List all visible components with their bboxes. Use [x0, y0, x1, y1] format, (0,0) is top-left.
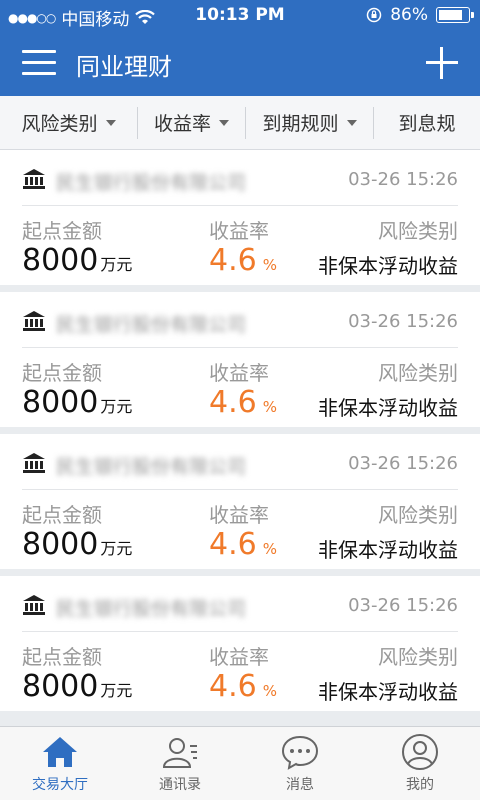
- rate-label: 收益率: [209, 503, 269, 527]
- divider: [22, 205, 458, 206]
- caret-down-icon: [105, 119, 116, 126]
- filter-label: 收益率: [153, 113, 211, 135]
- card-date: 03-26 15:26: [348, 311, 458, 332]
- tab-label: 我的: [406, 777, 434, 793]
- card-date: 03-26 15:26: [348, 595, 458, 616]
- amount-label: 起点金额: [22, 503, 102, 527]
- amount-value: 8000 万元: [22, 385, 133, 420]
- risk-value: 非保本浮动收益: [318, 538, 458, 562]
- product-list: 民生银行股份有限公司 03-26 15:26 起点金额 收益率 风险类别 800…: [0, 150, 480, 711]
- rate-value: 4.6%: [209, 527, 277, 562]
- profile-icon: [402, 734, 438, 770]
- risk-label: 风险类别: [378, 361, 458, 385]
- product-card[interactable]: 民生银行股份有限公司 03-26 15:26 起点金额 收益率 风险类别 800…: [0, 576, 480, 711]
- tab-label: 交易大厅: [32, 777, 88, 793]
- bank-name: 民生银行股份有限公司: [56, 314, 247, 336]
- bank-name: 民生银行股份有限公司: [56, 598, 247, 620]
- filter-maturity[interactable]: 到期规则: [246, 106, 374, 139]
- rotation-lock-icon: [366, 7, 382, 23]
- amount-label: 起点金额: [22, 645, 102, 669]
- amount-value: 8000 万元: [22, 243, 133, 278]
- rate-value: 4.6%: [209, 385, 277, 420]
- card-date: 03-26 15:26: [348, 169, 458, 190]
- caret-down-icon: [346, 119, 357, 126]
- product-card[interactable]: 民生银行股份有限公司 03-26 15:26 起点金额 收益率 风险类别 800…: [0, 434, 480, 569]
- rate-label: 收益率: [209, 219, 269, 243]
- menu-icon[interactable]: [22, 50, 56, 76]
- nav-bar: 同业理财: [0, 30, 480, 96]
- bank-name: 民生银行股份有限公司: [56, 172, 247, 194]
- status-right: 86%: [366, 5, 474, 25]
- bank-icon: [23, 595, 45, 615]
- risk-value: 非保本浮动收益: [318, 680, 458, 704]
- filter-interest[interactable]: 到息规: [374, 107, 480, 139]
- contacts-icon: [162, 738, 197, 768]
- page-title: 同业理财: [76, 53, 172, 81]
- rate-label: 收益率: [209, 645, 269, 669]
- amount-label: 起点金额: [22, 361, 102, 385]
- caret-down-icon: [219, 119, 229, 126]
- divider: [22, 489, 458, 490]
- battery-fill: [439, 10, 463, 20]
- filter-risk-type[interactable]: 风险类别: [0, 106, 138, 139]
- bank-icon: [23, 169, 45, 189]
- battery-percent: 86%: [390, 5, 428, 25]
- rate-label: 收益率: [209, 361, 269, 385]
- battery-icon: [436, 7, 474, 23]
- tab-bar: 交易大厅 通讯录 消息 我的: [0, 726, 480, 800]
- divider: [22, 631, 458, 632]
- amount-value: 8000 万元: [22, 527, 133, 562]
- filter-yield[interactable]: 收益率: [138, 106, 246, 139]
- tab-profile[interactable]: 我的: [360, 727, 480, 800]
- amount-label: 起点金额: [22, 219, 102, 243]
- product-card[interactable]: 民生银行股份有限公司 03-26 15:26 起点金额 收益率 风险类别 800…: [0, 150, 480, 285]
- status-bar: ●●●○○ 中国移动 10:13 PM 86%: [0, 0, 480, 30]
- bank-icon: [23, 453, 45, 473]
- risk-label: 风险类别: [378, 645, 458, 669]
- card-date: 03-26 15:26: [348, 453, 458, 474]
- filter-label: 到息规: [398, 113, 456, 135]
- add-icon[interactable]: [426, 47, 458, 79]
- tab-trading-hall[interactable]: 交易大厅: [0, 727, 120, 800]
- divider: [22, 347, 458, 348]
- filter-label: 到期规则: [262, 113, 339, 135]
- tab-messages[interactable]: 消息: [240, 727, 360, 800]
- risk-label: 风险类别: [378, 219, 458, 243]
- filter-bar: 风险类别 收益率 到期规则 到息规: [0, 96, 480, 150]
- risk-label: 风险类别: [378, 503, 458, 527]
- rate-value: 4.6%: [209, 243, 277, 278]
- home-icon: [43, 737, 77, 767]
- tab-label: 通讯录: [159, 777, 201, 793]
- bank-name: 民生银行股份有限公司: [56, 456, 247, 478]
- tab-label: 消息: [286, 777, 314, 793]
- rate-value: 4.6%: [209, 669, 277, 704]
- risk-value: 非保本浮动收益: [318, 254, 458, 278]
- bank-icon: [23, 311, 45, 331]
- risk-value: 非保本浮动收益: [318, 396, 458, 420]
- message-icon: [281, 735, 319, 770]
- tab-contacts[interactable]: 通讯录: [120, 727, 240, 800]
- amount-value: 8000 万元: [22, 669, 133, 704]
- product-card[interactable]: 民生银行股份有限公司 03-26 15:26 起点金额 收益率 风险类别 800…: [0, 292, 480, 427]
- filter-label: 风险类别: [21, 113, 98, 135]
